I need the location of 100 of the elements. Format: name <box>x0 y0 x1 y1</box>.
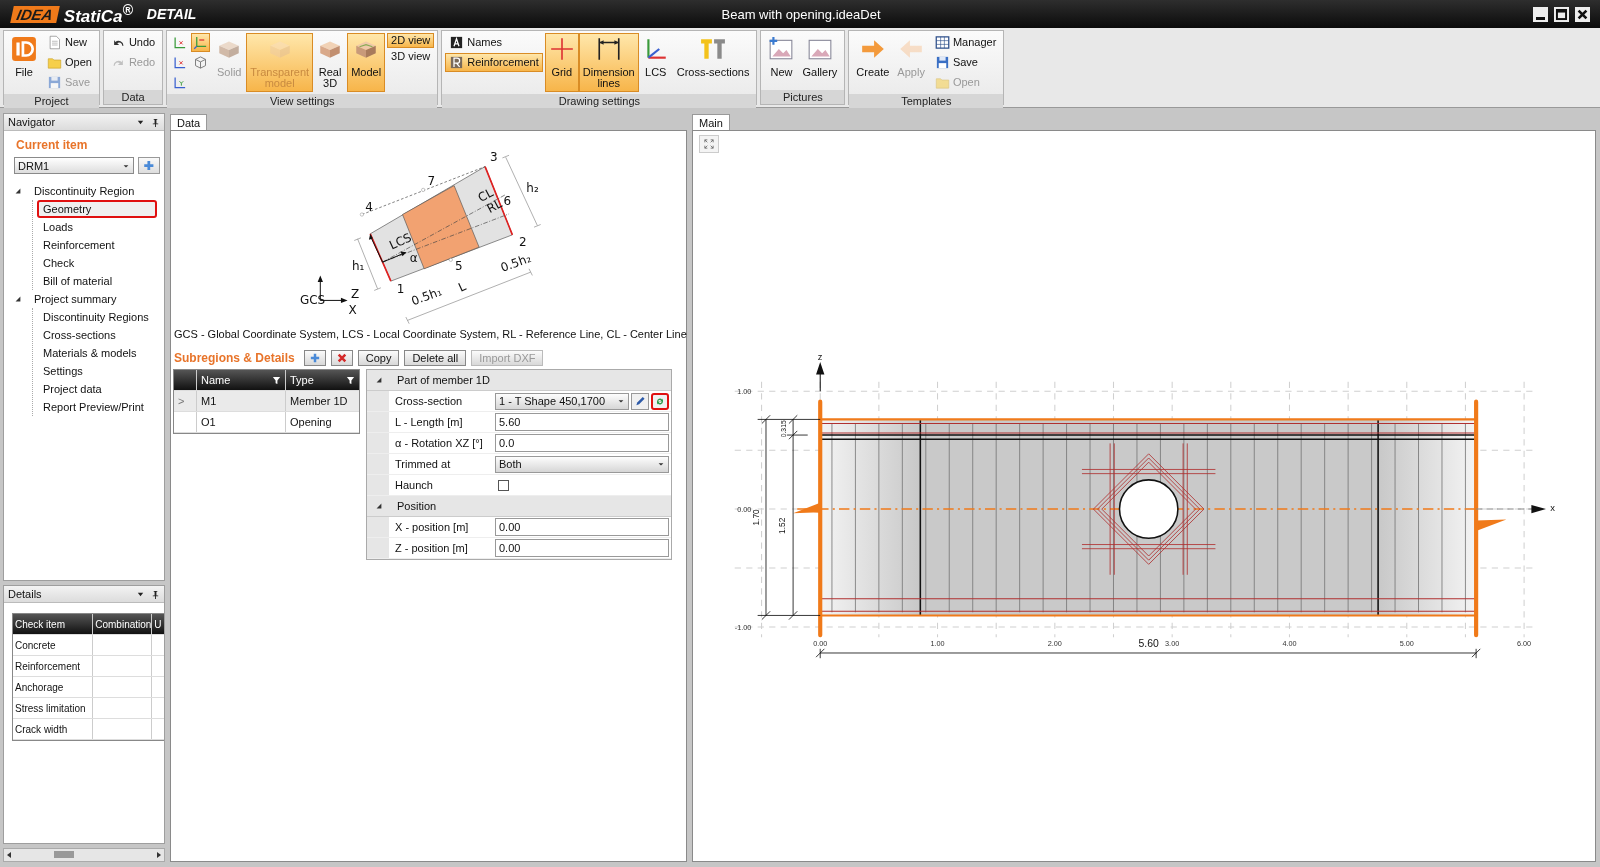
category-header[interactable]: Position <box>367 496 671 517</box>
category-header[interactable]: Part of member 1D <box>367 370 671 391</box>
column-header[interactable]: Check item <box>13 614 94 634</box>
item-dropdown[interactable]: DRM1 <box>14 157 135 174</box>
dropdown[interactable]: Both <box>495 455 669 473</box>
input-field[interactable]: 5.60 <box>495 413 669 431</box>
ribbon-button[interactable]: Reinforcement <box>445 53 543 72</box>
ribbon-button[interactable]: Open <box>43 53 96 72</box>
section-dropdown[interactable]: 1 - T Shape 450,1700 <box>495 392 629 410</box>
column-header[interactable]: Combination <box>93 614 153 634</box>
tree-item[interactable]: Discontinuity Regions <box>37 308 155 326</box>
tree-item[interactable]: Cross-sections <box>37 326 122 344</box>
toolbar-button[interactable]: Copy <box>357 350 400 366</box>
group-label: Data <box>103 90 163 104</box>
pin-icon[interactable] <box>151 117 160 127</box>
image-add-icon <box>768 36 795 62</box>
pin-icon[interactable] <box>151 589 160 599</box>
tree-item[interactable]: Reinforcement <box>37 236 121 254</box>
group-label: Project <box>4 94 99 108</box>
ribbon-button[interactable]: File <box>7 33 41 92</box>
ribbon-button[interactable]: New <box>43 33 96 52</box>
maximize-button[interactable] <box>1554 6 1569 22</box>
ribbon-button[interactable]: Cross-sections <box>672 33 754 92</box>
table-row[interactable]: > M1 Member 1D <box>174 391 359 412</box>
table-row[interactable]: O1 Opening <box>174 412 359 433</box>
expand-arrow-icon[interactable] <box>14 187 22 195</box>
ribbon-button[interactable]: Dimension lines <box>578 33 639 92</box>
expand-arrow-icon[interactable] <box>375 376 383 384</box>
delete-button[interactable] <box>330 350 353 366</box>
diagram-label: GCS <box>300 293 326 308</box>
toolbar-button[interactable]: Delete all <box>404 350 467 366</box>
ribbon-button[interactable]: Save <box>930 53 1001 72</box>
ribbon-button[interactable]: Gallery <box>798 33 842 88</box>
ribbon-button[interactable]: Model <box>347 33 386 92</box>
tree-item[interactable]: Report Preview/Print <box>37 398 150 416</box>
tree-item[interactable]: Discontinuity Region <box>28 182 141 200</box>
product-module: DETAIL <box>146 6 197 22</box>
input-field[interactable]: 0.00 <box>495 539 669 557</box>
tree-item[interactable]: Loads <box>37 218 79 236</box>
ribbon-button[interactable]: Manager <box>930 33 1001 52</box>
tree-item[interactable]: Settings <box>37 362 89 380</box>
column-header[interactable]: Type <box>286 370 359 390</box>
ribbon-button[interactable]: New <box>764 33 799 88</box>
tree-item[interactable]: Project summary <box>28 290 123 308</box>
property-label: X - position [m] <box>394 521 470 533</box>
ribbon-button[interactable]: Grid <box>544 33 579 92</box>
expand-arrow-icon[interactable] <box>375 502 383 510</box>
close-icon <box>1576 7 1589 21</box>
add-button[interactable] <box>138 157 160 174</box>
table-cell: Stress limitation <box>13 698 94 718</box>
ribbon-button[interactable] <box>191 33 211 52</box>
tab[interactable]: Main <box>692 114 730 130</box>
minimize-button[interactable] <box>1533 6 1548 22</box>
row-indicator: > <box>174 391 197 411</box>
ribbon-button[interactable]: 2D view <box>387 33 435 48</box>
axis-tick-label: 5.00 <box>1399 638 1414 648</box>
tab[interactable]: Data <box>170 114 208 130</box>
section-title: Subregions & Details <box>174 351 295 365</box>
ribbon-button[interactable]: Create <box>852 33 894 92</box>
edit-button[interactable] <box>631 392 649 410</box>
column-header[interactable]: Name <box>197 370 286 390</box>
ribbon-button[interactable]: 3D view <box>387 49 435 64</box>
property-label: Cross-section <box>394 395 464 407</box>
column-header[interactable]: U <box>152 614 164 634</box>
filter-icon[interactable] <box>346 375 355 385</box>
filter-icon[interactable] <box>272 375 281 385</box>
table-cell: Crack width <box>13 719 94 739</box>
axis-tick-label: 6.00 <box>1517 638 1532 648</box>
ribbon-button[interactable]: Real 3D <box>313 33 348 92</box>
zoom-extents-button[interactable] <box>699 135 719 153</box>
input-field[interactable]: 0.0 <box>495 434 669 452</box>
refresh-button[interactable] <box>651 392 669 410</box>
diagram-label: 7 <box>427 173 436 188</box>
ribbon-button[interactable]: Undo <box>106 33 160 52</box>
tree-item[interactable]: Materials & models <box>37 344 143 362</box>
input-field[interactable]: 0.00 <box>495 518 669 536</box>
x-axis-arrow <box>1475 504 1546 514</box>
table-cell: O1 <box>197 412 286 432</box>
add-button[interactable] <box>303 350 326 366</box>
dimension-icon <box>595 36 622 62</box>
ribbon-button[interactable]: LCS <box>638 33 673 92</box>
diagram-label: 1 <box>396 282 405 297</box>
checkbox[interactable] <box>498 479 509 491</box>
axis-tick-label: 0.00 <box>737 504 752 514</box>
expand-arrow-icon[interactable] <box>14 295 22 303</box>
t-section-icon <box>700 36 727 62</box>
tree-item[interactable]: Geometry <box>37 200 157 218</box>
diagram-label: 0.5h₁ <box>409 284 444 309</box>
table-cell: Anchorage <box>13 677 94 697</box>
scrollbar[interactable] <box>3 848 165 862</box>
property-label: α - Rotation XZ [°] <box>394 437 484 449</box>
tree-item[interactable]: Check <box>37 254 81 272</box>
section-title: Current item <box>16 138 89 152</box>
scrollbar-thumb[interactable] <box>54 851 74 858</box>
close-button[interactable] <box>1575 6 1590 22</box>
id-logo-icon <box>11 36 37 62</box>
ribbon-button[interactable]: Names <box>445 33 543 52</box>
diagram-label: h₁ <box>351 258 365 273</box>
tree-item[interactable]: Project data <box>37 380 108 398</box>
tree-item[interactable]: Bill of material <box>37 272 119 290</box>
